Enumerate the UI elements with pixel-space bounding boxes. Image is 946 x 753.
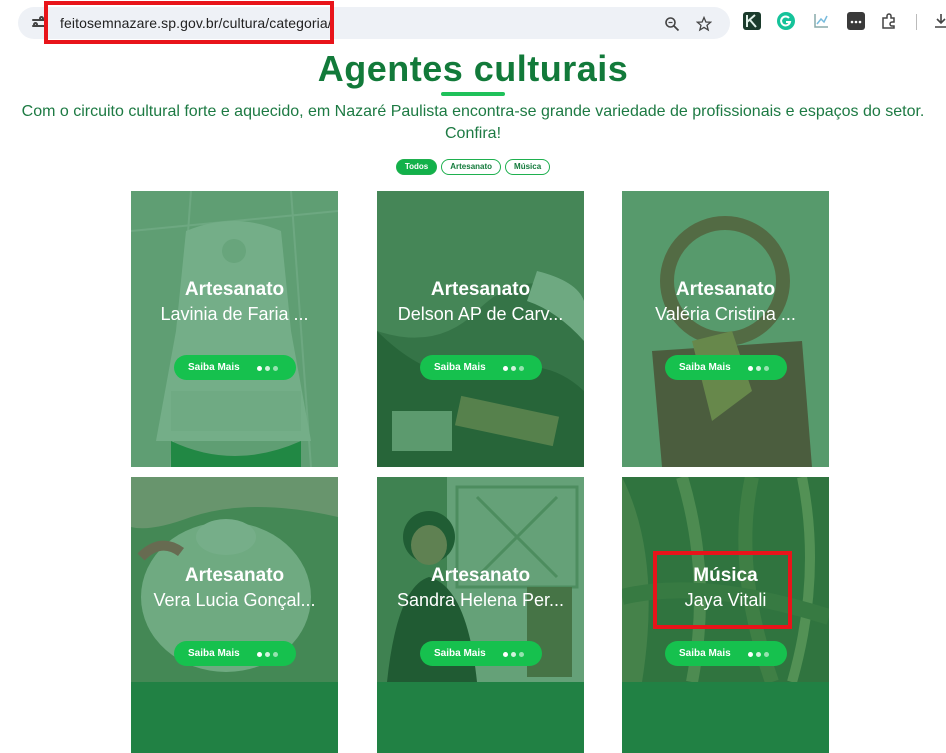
card-overlay xyxy=(131,477,338,753)
dots-icon xyxy=(257,366,278,371)
saiba-mais-label: Saiba Mais xyxy=(434,648,486,659)
saiba-mais-label: Saiba Mais xyxy=(188,648,240,659)
card-overlay xyxy=(131,191,338,467)
extension-k-icon[interactable] xyxy=(743,12,761,30)
agent-card[interactable]: Artesanato Vera Lucia Gonçal... Saiba Ma… xyxy=(131,477,338,753)
title-underline xyxy=(441,92,505,96)
saiba-mais-label: Saiba Mais xyxy=(188,362,240,373)
card-name: Delson AP de Carv... xyxy=(397,304,564,324)
saiba-mais-button[interactable]: Saiba Mais xyxy=(420,641,542,666)
dots-icon xyxy=(503,652,524,657)
saiba-mais-label: Saiba Mais xyxy=(679,362,731,373)
dots-icon xyxy=(748,366,769,371)
toolbar-divider xyxy=(916,14,917,30)
download-icon[interactable] xyxy=(932,12,946,30)
card-name: Sandra Helena Per... xyxy=(396,590,565,610)
saiba-mais-button[interactable]: Saiba Mais xyxy=(174,641,296,666)
filter-musica[interactable]: Música xyxy=(505,159,551,175)
dots-icon xyxy=(257,652,278,657)
extension-password-icon[interactable] xyxy=(847,12,865,30)
card-overlay xyxy=(377,477,584,753)
card-category: Artesanato xyxy=(430,279,531,300)
page-title: Agentes culturais xyxy=(317,48,629,89)
url-highlight-box xyxy=(44,1,334,44)
grammarly-icon[interactable] xyxy=(777,12,795,30)
card-category: Artesanato xyxy=(430,565,531,586)
extensions-puzzle-icon[interactable] xyxy=(880,12,898,30)
filter-artesanato[interactable]: Artesanato xyxy=(441,159,502,175)
card-category: Artesanato xyxy=(675,279,776,300)
saiba-mais-label: Saiba Mais xyxy=(679,648,731,659)
saiba-mais-button[interactable]: Saiba Mais xyxy=(665,641,787,666)
agent-card[interactable]: Artesanato Lavinia de Faria ... Saiba Ma… xyxy=(131,191,338,467)
dots-icon xyxy=(748,652,769,657)
card-name: Valéria Cristina ... xyxy=(655,304,796,324)
filter-todos[interactable]: Todos xyxy=(395,159,438,175)
agent-card[interactable]: Artesanato Delson AP de Carv... Saiba Ma… xyxy=(377,191,584,467)
dots-icon xyxy=(503,366,524,371)
page-subtitle: Com o circuito cultural forte e aquecido… xyxy=(21,103,925,142)
extension-chart-icon[interactable] xyxy=(812,12,830,30)
browser-toolbar: feitosemnazare.sp.gov.br/cultura/categor… xyxy=(0,0,946,44)
card-overlay xyxy=(622,191,829,467)
zoom-icon[interactable] xyxy=(664,16,680,32)
card-name: Lavinia de Faria ... xyxy=(160,304,309,324)
bookmark-star-icon[interactable] xyxy=(695,15,713,32)
card-category: Artesanato xyxy=(184,565,285,586)
saiba-mais-button[interactable]: Saiba Mais xyxy=(174,355,296,380)
musica-highlight-box xyxy=(653,551,792,629)
agent-card[interactable]: Artesanato Sandra Helena Per... Saiba Ma… xyxy=(377,477,584,753)
card-category: Artesanato xyxy=(184,279,285,300)
card-name: Vera Lucia Gonçal... xyxy=(153,590,316,610)
saiba-mais-label: Saiba Mais xyxy=(434,362,486,373)
saiba-mais-button[interactable]: Saiba Mais xyxy=(420,355,542,380)
category-filters: Todos Artesanato Música xyxy=(0,159,946,175)
card-overlay xyxy=(377,191,584,467)
agent-card[interactable]: Artesanato Valéria Cristina ... Saiba Ma… xyxy=(622,191,829,467)
saiba-mais-button[interactable]: Saiba Mais xyxy=(665,355,787,380)
